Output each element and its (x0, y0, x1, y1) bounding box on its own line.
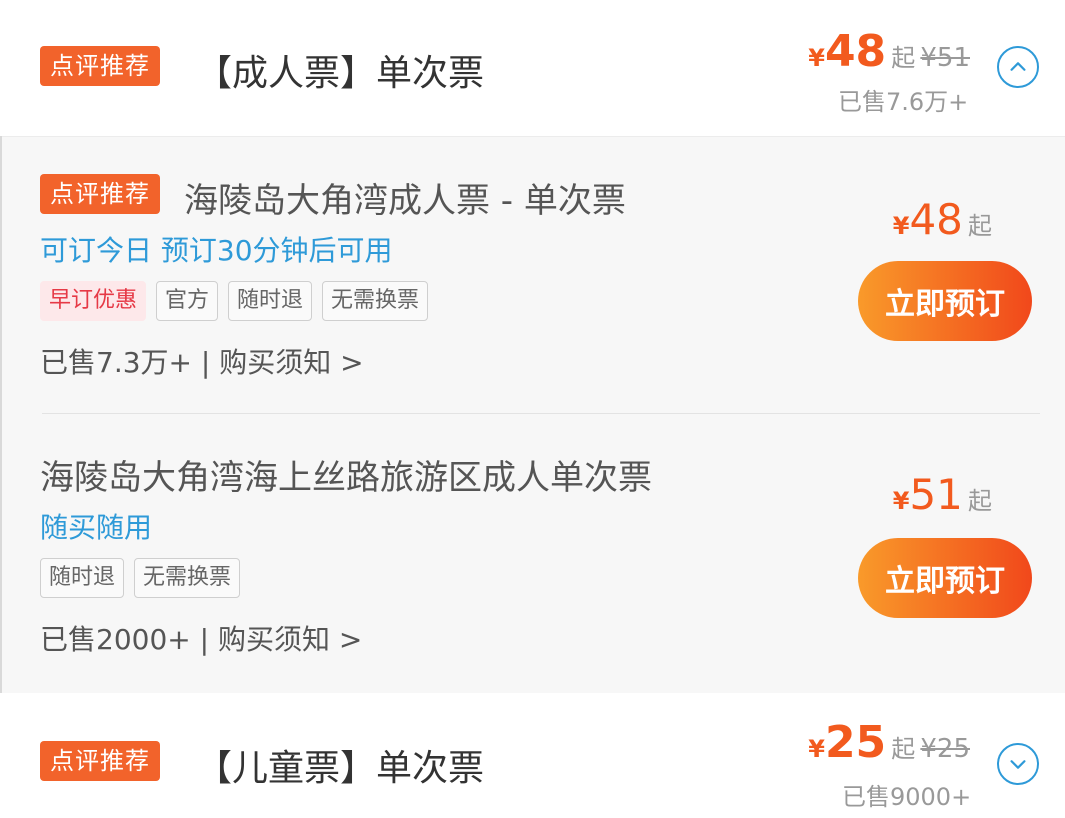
chevron-down-icon (1010, 760, 1026, 769)
adult-ticket-header[interactable]: 点评推荐 【成人票】单次票 ¥48 起 ¥51 已售7.6万+ (0, 0, 1065, 136)
adult-ticket-list: 点评推荐 海陵岛大角湾成人票 - 单次票 可订今日 预订30分钟后可用 早订优惠… (2, 136, 1065, 694)
price-from-label: 起 (891, 735, 916, 763)
child-price-value: 25 (824, 717, 887, 768)
item-price: ¥48 起 (862, 195, 992, 244)
sold-and-notice-link[interactable]: 已售2000+ | 购买须知 > (40, 618, 362, 658)
adult-price-value: 48 (824, 26, 887, 77)
adult-sold-count: 已售7.6万+ (838, 88, 969, 116)
expand-toggle-button[interactable] (997, 743, 1039, 785)
collapse-toggle-button[interactable] (997, 46, 1039, 88)
price-from-label: 起 (968, 212, 992, 240)
child-ticket-title: 【儿童票】单次票 (196, 748, 485, 789)
availability-text: 随买随用 (40, 511, 153, 544)
price-from-label: 起 (891, 44, 916, 72)
adult-ticket-title: 【成人票】单次票 (196, 53, 485, 94)
book-now-button[interactable]: 立即预订 (858, 538, 1032, 618)
list-item[interactable]: 海陵岛大角湾海上丝路旅游区成人单次票 随买随用 随时退 无需换票 已售2000+… (2, 414, 1065, 694)
currency-symbol: ¥ (808, 735, 825, 763)
child-ticket-header[interactable]: 点评推荐 【儿童票】单次票 ¥25 起 ¥25 已售9000+ (0, 693, 1065, 818)
currency-symbol: ¥ (892, 212, 910, 240)
ticket-title[interactable]: 海陵岛大角湾海上丝路旅游区成人单次票 (40, 450, 652, 499)
item-price: ¥51 起 (862, 470, 992, 519)
tag-no-exchange: 无需换票 (322, 281, 429, 321)
tag-refund-anytime: 随时退 (228, 281, 313, 321)
availability-text: 可订今日 预订30分钟后可用 (40, 234, 393, 267)
list-item[interactable]: 点评推荐 海陵岛大角湾成人票 - 单次票 可订今日 预订30分钟后可用 早订优惠… (2, 137, 1065, 413)
recommend-badge: 点评推荐 (40, 46, 160, 86)
chevron-up-icon (1010, 62, 1026, 71)
tag-no-exchange: 无需换票 (134, 558, 241, 598)
item-price-value: 51 (909, 470, 963, 519)
tag-list: 早订优惠 官方 随时退 无需换票 (40, 281, 429, 321)
tag-refund-anytime: 随时退 (40, 558, 125, 598)
price-from-label: 起 (968, 487, 992, 515)
currency-symbol: ¥ (808, 44, 825, 72)
currency-symbol: ¥ (892, 487, 910, 515)
recommend-badge: 点评推荐 (40, 174, 160, 214)
tag-early-booking: 早订优惠 (40, 281, 147, 321)
tag-official: 官方 (156, 281, 219, 321)
adult-price: ¥48 起 ¥51 (790, 26, 970, 77)
ticket-title[interactable]: 海陵岛大角湾成人票 - 单次票 (184, 173, 626, 222)
recommend-badge: 点评推荐 (40, 741, 160, 781)
child-sold-count: 已售9000+ (842, 783, 972, 811)
tag-list: 随时退 无需换票 (40, 558, 241, 598)
book-now-button[interactable]: 立即预订 (858, 261, 1032, 341)
item-price-value: 48 (909, 195, 963, 244)
child-original-price: ¥25 (920, 734, 970, 764)
adult-original-price: ¥51 (920, 43, 970, 73)
sold-and-notice-link[interactable]: 已售7.3万+ | 购买须知 > (40, 341, 364, 381)
child-price: ¥25 起 ¥25 (790, 717, 970, 768)
